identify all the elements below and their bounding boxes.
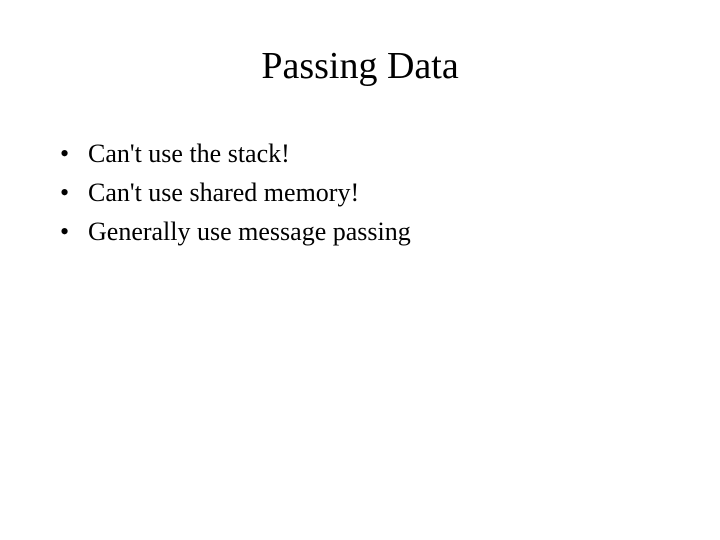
- slide-content: Can't use the stack! Can't use shared me…: [0, 136, 720, 249]
- list-item: Can't use shared memory!: [60, 175, 680, 210]
- list-item: Generally use message passing: [60, 214, 680, 249]
- list-item: Can't use the stack!: [60, 136, 680, 171]
- slide-title: Passing Data: [0, 44, 720, 88]
- slide: Passing Data Can't use the stack! Can't …: [0, 0, 720, 540]
- bullet-list: Can't use the stack! Can't use shared me…: [60, 136, 680, 249]
